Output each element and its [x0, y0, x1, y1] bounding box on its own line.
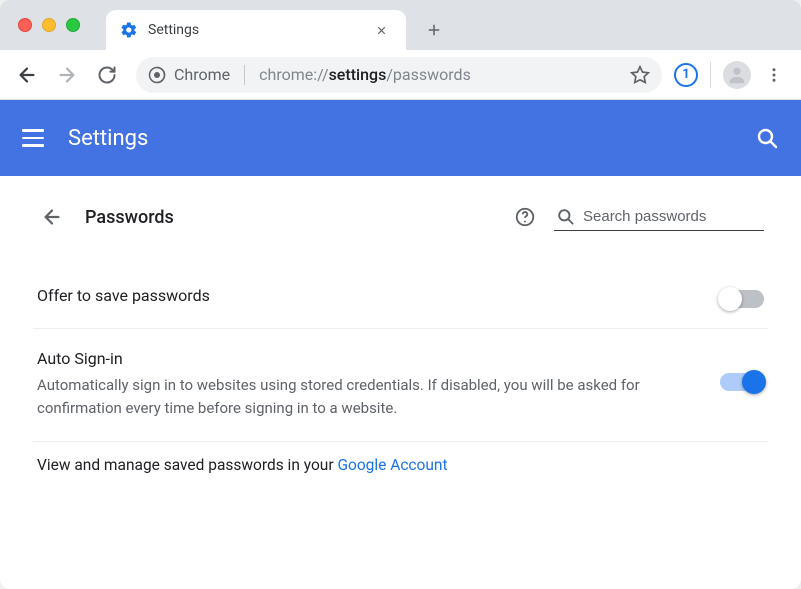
google-account-link[interactable]: Google Account — [337, 456, 447, 474]
tab-title: Settings — [148, 22, 371, 38]
section-back-button[interactable] — [37, 206, 67, 228]
browser-toolbar: Chrome chrome://settings/passwords 1 — [0, 50, 801, 100]
tab-strip: Settings — [0, 0, 801, 50]
settings-appbar: Settings — [0, 100, 801, 176]
offer-save-toggle[interactable] — [720, 290, 764, 308]
address-bar[interactable]: Chrome chrome://settings/passwords — [136, 57, 662, 93]
nav-reload-button[interactable] — [90, 58, 124, 92]
browser-menu-button[interactable] — [757, 58, 791, 92]
menu-hamburger-icon[interactable] — [22, 126, 46, 150]
toolbar-separator — [710, 62, 711, 88]
help-icon[interactable] — [514, 206, 536, 228]
profile-avatar-button[interactable] — [723, 61, 751, 89]
offer-save-label: Offer to save passwords — [37, 286, 700, 305]
auto-signin-label: Auto Sign-in — [37, 349, 700, 368]
manage-passwords-footer: View and manage saved passwords in your … — [33, 442, 768, 474]
auto-signin-description: Automatically sign in to websites using … — [37, 374, 700, 421]
search-icon — [556, 207, 575, 226]
section-header: Passwords — [33, 188, 768, 246]
passwords-search-box[interactable] — [554, 203, 764, 231]
nav-back-button[interactable] — [10, 58, 44, 92]
row-offer-save-passwords: Offer to save passwords — [33, 266, 768, 329]
url-scheme-label: Chrome — [174, 65, 230, 84]
window-close-button[interactable] — [18, 18, 32, 32]
app-title: Settings — [68, 126, 148, 151]
site-info-icon[interactable] — [148, 66, 166, 84]
auto-signin-toggle[interactable] — [720, 373, 764, 391]
settings-content: Passwords Offer to save passw — [0, 176, 801, 589]
bookmark-star-icon[interactable] — [630, 65, 650, 85]
tab-close-button[interactable] — [371, 24, 392, 37]
url-text: chrome://settings/passwords — [259, 65, 471, 84]
window-controls — [18, 18, 80, 32]
appbar-search-icon[interactable] — [755, 126, 779, 150]
browser-window: Settings Chrome chrome://settings/pass — [0, 0, 801, 589]
new-tab-button[interactable] — [418, 14, 450, 46]
row-auto-signin: Auto Sign-in Automatically sign in to we… — [33, 329, 768, 442]
omnibox-divider — [244, 65, 245, 85]
window-zoom-button[interactable] — [66, 18, 80, 32]
nav-forward-button[interactable] — [50, 58, 84, 92]
gear-icon — [120, 21, 138, 39]
passwords-search-input[interactable] — [583, 208, 762, 225]
passwords-card: Passwords Offer to save passw — [33, 176, 768, 589]
section-title: Passwords — [85, 207, 174, 228]
window-minimize-button[interactable] — [42, 18, 56, 32]
extension-1password-icon[interactable]: 1 — [674, 63, 698, 87]
tab-settings[interactable]: Settings — [106, 10, 406, 50]
